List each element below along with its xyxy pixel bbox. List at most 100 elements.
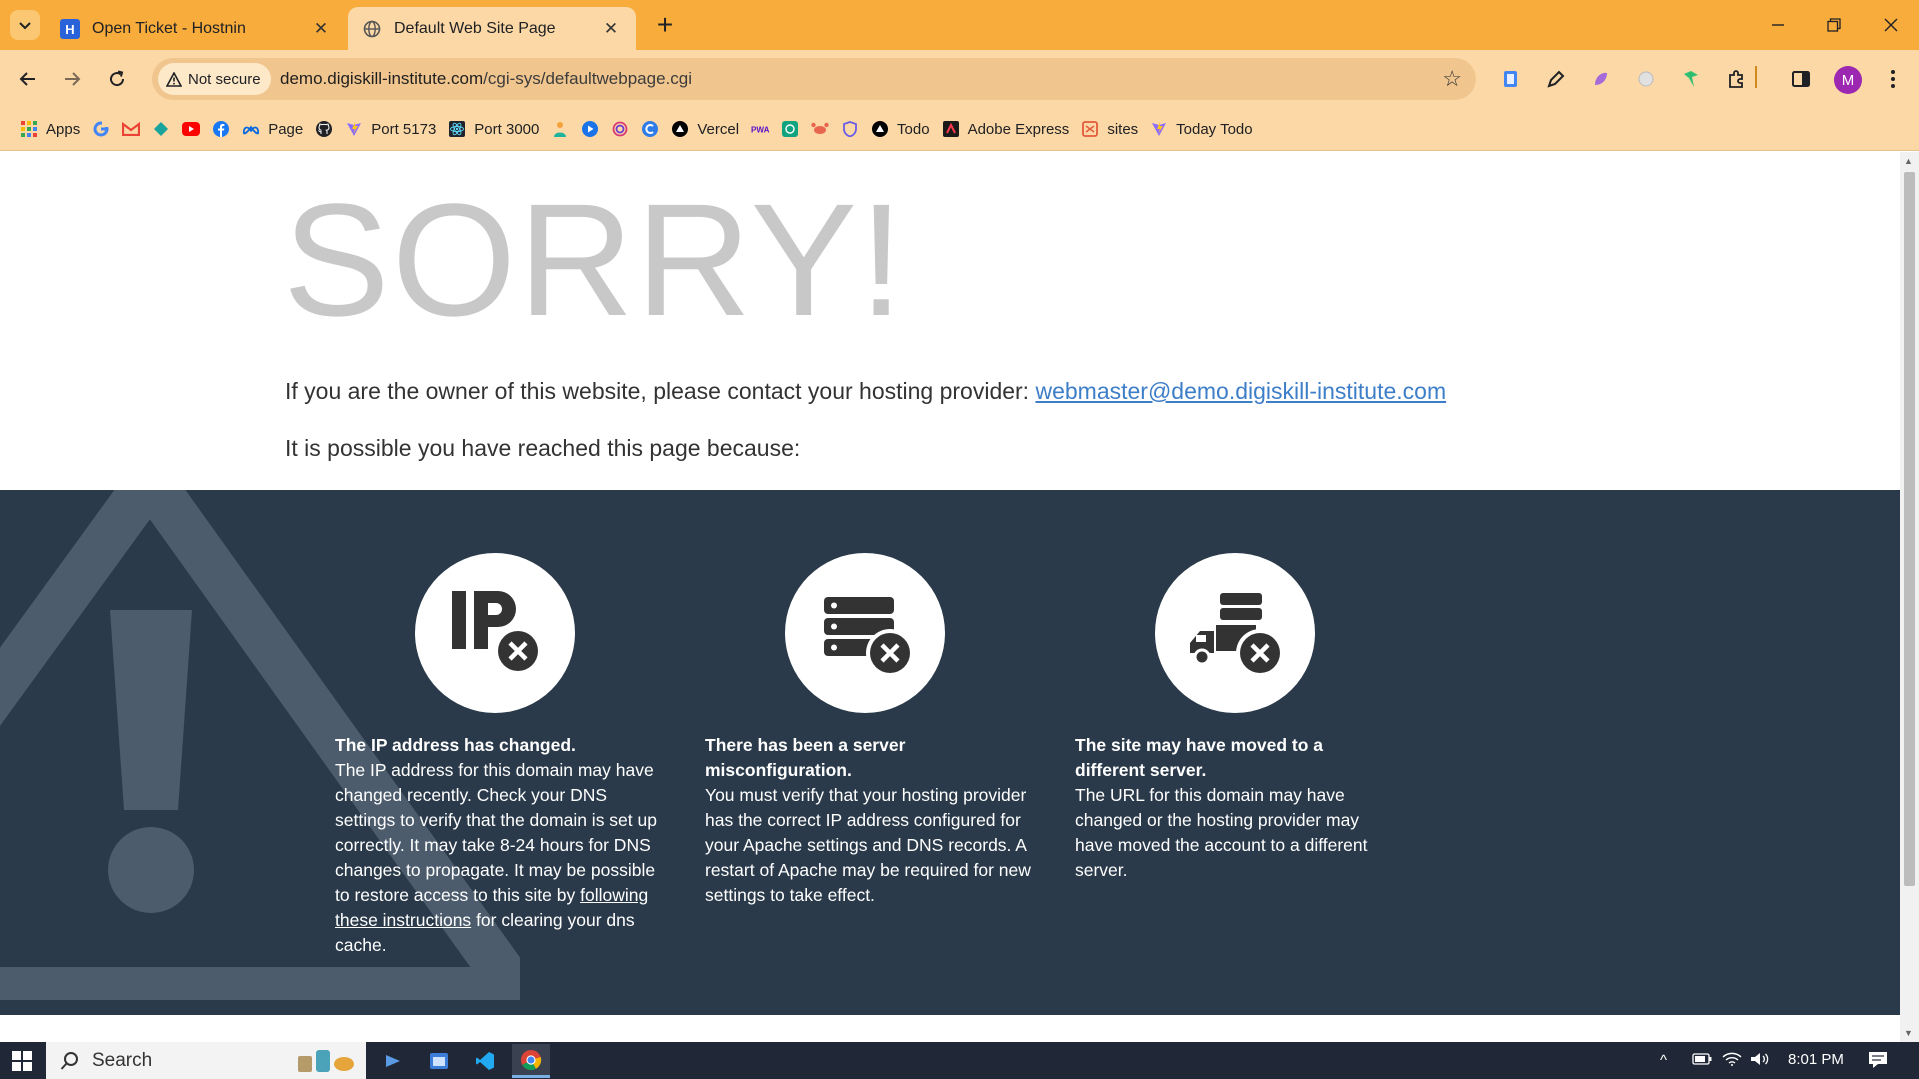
bookmark-item[interactable]: sites [1075, 114, 1144, 144]
bookmark-item[interactable] [605, 114, 635, 144]
bookmark-label: Todo [897, 120, 930, 138]
bookmark-star-icon[interactable]: ☆ [1442, 66, 1462, 92]
bookmark-item[interactable] [835, 114, 865, 144]
bookmark-item[interactable] [575, 114, 605, 144]
tab-default-web-site-page[interactable]: Default Web Site Page ✕ [348, 7, 636, 50]
new-tab-button[interactable]: + [650, 9, 680, 40]
adobe-icon [942, 120, 960, 138]
tab-open-ticket[interactable]: H Open Ticket - Hostnin ✕ [46, 7, 346, 50]
spiral-icon [611, 120, 629, 138]
bookmark-label: Port 5173 [371, 120, 437, 138]
close-window-button[interactable] [1863, 0, 1919, 50]
taskbar-app-terminal[interactable] [374, 1044, 412, 1078]
bookmark-item[interactable]: Vercel [665, 114, 745, 144]
reason-title: There has been a server misconfiguration… [705, 735, 906, 780]
security-chip[interactable]: Not secure [158, 63, 271, 95]
crab-icon [811, 120, 829, 138]
more-menu-icon[interactable] [1880, 66, 1906, 92]
youtube-icon [182, 120, 201, 138]
reason-text: There has been a server misconfiguration… [705, 733, 1035, 908]
url-text[interactable]: demo.digiskill-institute.com/cgi-sys/def… [280, 69, 692, 89]
tab-search-button[interactable] [10, 10, 40, 40]
bookmark-item[interactable] [545, 114, 575, 144]
vite-icon [345, 120, 363, 138]
bookmark-item[interactable]: Todo [865, 114, 936, 144]
minimize-button[interactable] [1750, 0, 1806, 50]
bookmark-item[interactable] [206, 114, 236, 144]
window-app-icon [430, 1053, 448, 1069]
forward-button[interactable] [56, 63, 88, 95]
bookmark-item[interactable] [146, 114, 176, 144]
page-scrollbar[interactable]: ▲ ▼ [1900, 152, 1919, 1042]
close-tab-icon[interactable]: ✕ [600, 18, 622, 40]
show-hidden-icons-icon[interactable]: ^ [1660, 1052, 1667, 1069]
side-panel-icon[interactable] [1788, 66, 1814, 92]
bookmark-item[interactable] [116, 114, 146, 144]
puzzle-gray-extension-icon[interactable] [1633, 66, 1659, 92]
search-highlight-icon [298, 1050, 354, 1072]
back-button[interactable] [12, 63, 44, 95]
bookmark-label: Port 3000 [474, 120, 540, 138]
bookmark-item[interactable]: Page [236, 114, 309, 144]
gradient-extension-icon[interactable] [1588, 66, 1614, 92]
bookmark-item[interactable] [775, 114, 805, 144]
bookmark-item[interactable] [309, 114, 339, 144]
clock[interactable]: 8:01 PM [1788, 1051, 1844, 1068]
shield-icon [841, 120, 859, 138]
green-extension-icon[interactable] [1678, 66, 1704, 92]
volume-icon[interactable] [1750, 1052, 1770, 1070]
reason-text: The IP address has changed. The IP addre… [335, 733, 665, 958]
bookmarks-bar: Apps Page Port 5173 Port 3000 Vercel PWA Todo A… [0, 108, 1919, 151]
apps-grid-icon [20, 120, 38, 138]
windows-taskbar: Search ^ 8:01 PM [0, 1042, 1919, 1079]
pen-extension-icon[interactable] [1543, 66, 1569, 92]
battery-icon[interactable] [1692, 1052, 1712, 1069]
tab-title: Open Ticket - Hostnin [92, 19, 246, 37]
reasons-panel: The IP address has changed. The IP addre… [0, 490, 1900, 1015]
person-icon [551, 120, 569, 138]
toolbar-divider [1755, 66, 1757, 88]
bookmark-item[interactable]: Port 5173 [339, 114, 442, 144]
taskbar-search[interactable]: Search [46, 1042, 366, 1079]
vscode-icon [476, 1052, 494, 1070]
search-label: Search [92, 1049, 153, 1071]
restore-button[interactable] [1806, 0, 1862, 50]
taskbar-app-chrome[interactable] [512, 1044, 550, 1078]
bookmark-item[interactable]: Today Todo [1144, 114, 1258, 144]
wifi-icon[interactable] [1722, 1052, 1742, 1070]
extensions-puzzle-icon[interactable] [1723, 66, 1749, 92]
close-tab-icon[interactable]: ✕ [310, 18, 332, 40]
bookmark-item[interactable] [805, 114, 835, 144]
address-bar[interactable]: Not secure demo.digiskill-institute.com/… [152, 58, 1476, 100]
bookmark-label: Page [268, 120, 304, 138]
taskbar-app-vscode[interactable] [466, 1044, 504, 1078]
webmaster-email-link[interactable]: webmaster@demo.digiskill-institute.com [1035, 378, 1446, 404]
bookmark-label: Adobe Express [967, 120, 1070, 138]
bookmark-item[interactable]: Adobe Express [936, 114, 1076, 144]
bookmark-item[interactable]: Port 3000 [442, 114, 545, 144]
bookmark-item[interactable]: Apps [14, 114, 86, 144]
search-icon [60, 1051, 78, 1070]
reason-title: The site may have moved to a different s… [1075, 735, 1324, 780]
github-icon [315, 120, 333, 138]
taskbar-app-window[interactable] [420, 1044, 458, 1078]
google-icon [92, 120, 110, 138]
bookmark-item[interactable] [176, 114, 206, 144]
svg-text:H: H [65, 22, 74, 37]
windows-start-icon[interactable] [12, 1051, 32, 1076]
arrow-left-icon [19, 72, 35, 86]
tab-title: Default Web Site Page [394, 19, 556, 37]
google-drive-extension-icon[interactable] [1498, 66, 1524, 92]
hostnin-h-icon: H [60, 18, 80, 39]
reload-button[interactable] [101, 63, 133, 95]
profile-avatar[interactable]: M [1834, 66, 1862, 94]
scroll-up-arrow-icon[interactable]: ▲ [1904, 156, 1913, 166]
bookmark-item[interactable]: PWA [745, 114, 775, 144]
notifications-icon[interactable] [1868, 1051, 1888, 1073]
scroll-thumb[interactable] [1904, 172, 1915, 886]
bookmark-item[interactable] [86, 114, 116, 144]
meta-icon [242, 120, 260, 138]
scroll-down-arrow-icon[interactable]: ▼ [1904, 1028, 1913, 1038]
bookmark-item[interactable] [635, 114, 665, 144]
tab-strip: H Open Ticket - Hostnin ✕ Default Web Si… [0, 0, 1919, 50]
